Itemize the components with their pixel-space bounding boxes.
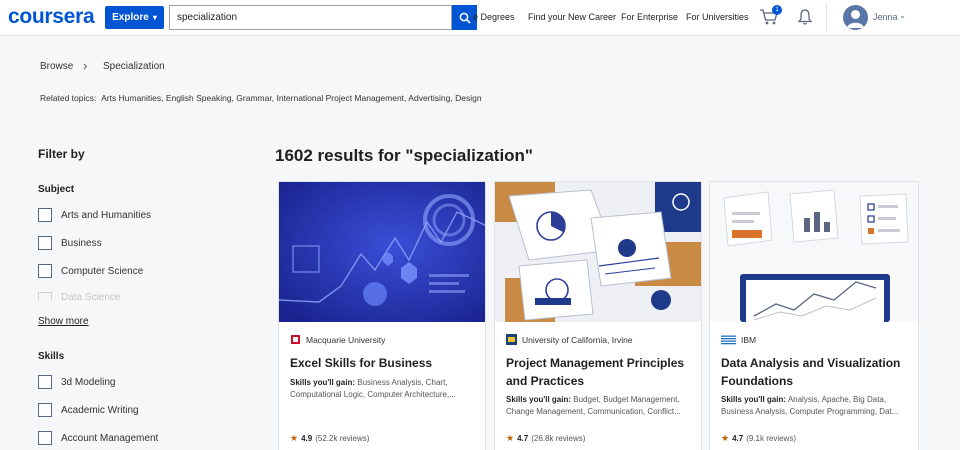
related-topic[interactable]: Design [455, 93, 481, 103]
filter-subject-arts[interactable]: Arts and Humanities [38, 208, 151, 222]
course-title[interactable]: Excel Skills for Business [290, 354, 480, 372]
course-card[interactable]: University of California, Irvine Project… [494, 181, 702, 450]
checkbox[interactable] [38, 375, 52, 389]
filter-label: 3d Modeling [61, 376, 116, 388]
partner-name: University of California, Irvine [522, 334, 633, 345]
course-image [495, 182, 701, 322]
filter-subject-heading: Subject [38, 184, 75, 195]
related-topic[interactable]: Advertising, [408, 93, 452, 103]
bell-icon[interactable] [797, 8, 813, 26]
show-more-link[interactable]: Show more [38, 316, 89, 327]
ibm-logo-icon [721, 335, 736, 345]
course-skills: Skills you'll gain: Business Analysis, C… [290, 377, 478, 401]
related-topic[interactable]: Grammar, [236, 93, 274, 103]
course-title[interactable]: Data Analysis and Visualization Foundati… [721, 354, 911, 390]
course-title[interactable]: Project Management Principles and Practi… [506, 354, 696, 390]
checkbox[interactable] [38, 431, 52, 445]
course-card[interactable]: IBM Data Analysis and Visualization Foun… [709, 181, 919, 450]
related-topic[interactable]: Arts Humanities, [101, 93, 163, 103]
filter-label: Computer Science [61, 265, 144, 277]
star-icon: ★ [506, 433, 515, 443]
rating-value: 4.9 [301, 434, 313, 443]
nav-degrees[interactable]: e Degrees [473, 12, 515, 22]
avatar[interactable] [843, 5, 868, 30]
search-icon [459, 12, 471, 24]
filter-label: Data Science [61, 292, 121, 300]
course-rating: ★ 4.7 (26.8k reviews) [506, 433, 585, 444]
filter-skill-account-management[interactable]: Account Management [38, 431, 158, 445]
review-count: (26.8k reviews) [531, 434, 586, 443]
course-image [710, 182, 918, 322]
partner-name: Macquarie University [306, 334, 386, 345]
review-count: (52.2k reviews) [315, 434, 370, 443]
user-name[interactable]: Jenna [873, 12, 898, 22]
coursera-logo[interactable]: coursera [8, 5, 95, 29]
search-input[interactable]: specialization [169, 5, 452, 30]
cart-count-badge: 1 [772, 5, 782, 15]
nav-universities[interactable]: For Universities [686, 12, 749, 22]
filter-subject-business[interactable]: Business [38, 236, 102, 250]
checkbox[interactable] [38, 236, 52, 250]
chevron-down-icon: ▾ [152, 13, 157, 22]
related-topic[interactable]: English Speaking, [166, 93, 234, 103]
skills-label: Skills you'll gain: [290, 378, 356, 387]
course-card[interactable]: Macquarie University Excel Skills for Bu… [278, 181, 486, 450]
checkbox[interactable] [38, 208, 52, 222]
partner-name: IBM [741, 334, 757, 345]
skills-label: Skills you'll gain: [506, 395, 572, 404]
course-skills: Skills you'll gain: Analysis, Apache, Bi… [721, 394, 909, 418]
avatar-icon [847, 10, 864, 28]
filter-skill-academic-writing[interactable]: Academic Writing [38, 403, 139, 417]
related-topics: Related topics: Arts Humanities, English… [40, 93, 482, 103]
partner-row: Macquarie University [290, 334, 385, 345]
skills-label: Skills you'll gain: [721, 395, 787, 404]
review-count: (9.1k reviews) [746, 434, 796, 443]
header-divider [826, 4, 827, 32]
checkbox[interactable] [38, 403, 52, 417]
nav-find-career[interactable]: Find your New Career [528, 12, 616, 22]
top-header: coursera Explore ▾ specialization e Degr… [0, 0, 960, 36]
breadcrumb-current: Specialization [103, 61, 165, 72]
checkbox[interactable] [38, 264, 52, 278]
filter-label: Account Management [61, 432, 159, 444]
course-rating: ★ 4.9 (52.2k reviews) [290, 433, 369, 444]
filter-skills-heading: Skills [38, 351, 65, 362]
filter-label: Academic Writing [61, 404, 139, 416]
filter-skill-3d-modeling[interactable]: 3d Modeling [38, 375, 115, 389]
breadcrumb-browse[interactable]: Browse [40, 61, 73, 72]
nav-enterprise[interactable]: For Enterprise [621, 12, 678, 22]
checkbox[interactable] [38, 292, 52, 300]
partner-row: University of California, Irvine [506, 334, 633, 345]
filter-subject-data-science[interactable]: Data Science [38, 292, 120, 300]
star-icon: ★ [721, 433, 730, 443]
filter-title: Filter by [38, 147, 85, 161]
chevron-down-icon[interactable]: ⌄ [899, 11, 906, 20]
explore-label: Explore [112, 12, 149, 23]
university-logo-icon [506, 334, 517, 345]
star-icon: ★ [290, 433, 299, 443]
rating-value: 4.7 [517, 434, 529, 443]
rating-value: 4.7 [732, 434, 744, 443]
course-image [279, 182, 485, 322]
filter-label: Business [61, 237, 102, 249]
university-logo-icon [291, 335, 300, 344]
chevron-right-icon: › [83, 58, 88, 73]
results-count-title: 1602 results for "specialization" [275, 146, 533, 165]
filter-label: Arts and Humanities [61, 209, 152, 221]
filter-subject-cs[interactable]: Computer Science [38, 264, 143, 278]
partner-row: IBM [721, 334, 756, 345]
course-skills: Skills you'll gain: Budget, Budget Manag… [506, 394, 694, 418]
explore-button[interactable]: Explore ▾ [105, 6, 164, 29]
related-topics-label: Related topics: [40, 93, 97, 103]
related-topic[interactable]: International Project Management, [276, 93, 406, 103]
course-rating: ★ 4.7 (9.1k reviews) [721, 433, 796, 444]
